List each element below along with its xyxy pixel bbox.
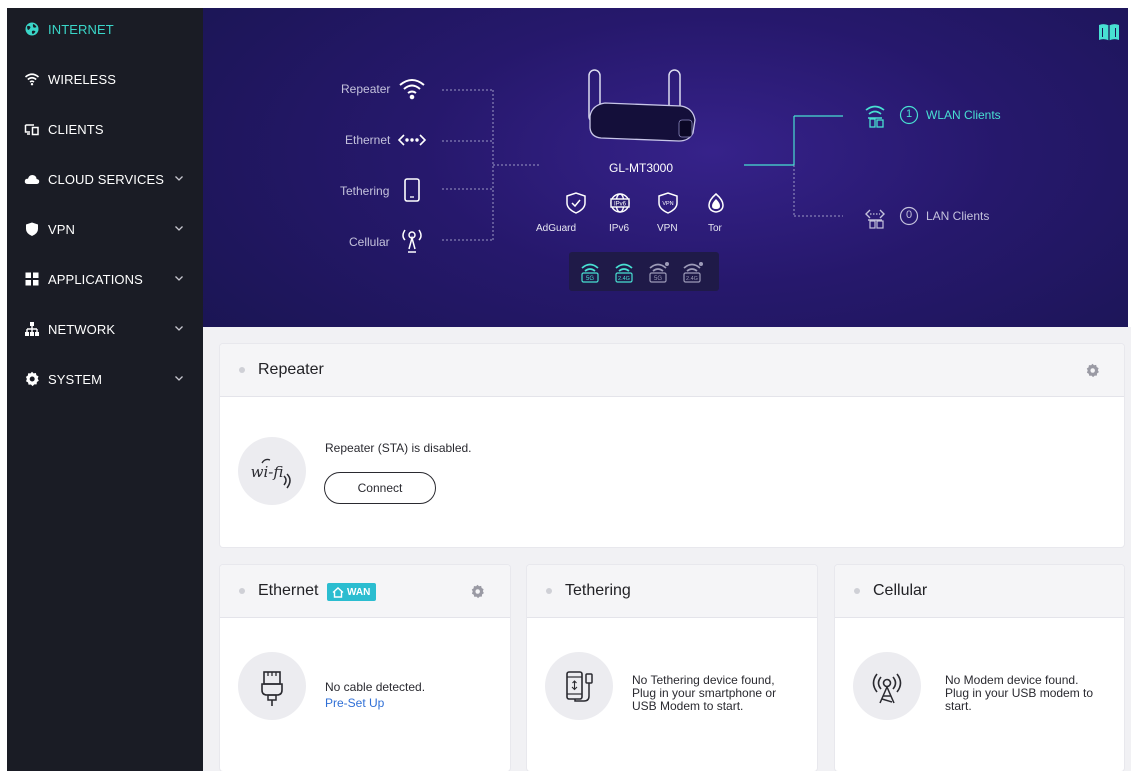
- router-name: GL-MT3000: [609, 161, 674, 175]
- card-title: Tethering: [565, 582, 631, 599]
- gear-icon: [25, 371, 39, 387]
- chevron-down-icon: [175, 226, 183, 231]
- svg-text:wi-fi: wi-fi: [251, 463, 284, 481]
- feature-label-vpn[interactable]: VPN: [657, 223, 678, 234]
- wifi-icon: [24, 73, 40, 86]
- ethernet-arrows-icon: [397, 134, 427, 146]
- cellular-card: Cellular No Modem device found. Plug in …: [835, 565, 1124, 771]
- sidebar-item-label: INTERNET: [48, 22, 114, 37]
- chevron-down-icon: [175, 376, 183, 381]
- sidebar-item-system[interactable]: SYSTEM: [7, 358, 203, 400]
- gear-icon[interactable]: [1085, 363, 1100, 378]
- cellular-tower-icon: [853, 652, 921, 720]
- sidebar-item-label: VPN: [48, 222, 76, 237]
- pre-set-up-link[interactable]: Pre-Set Up: [325, 696, 384, 710]
- sidebar-item-vpn[interactable]: VPN: [7, 208, 203, 250]
- source-label-ethernet[interactable]: Ethernet: [345, 133, 390, 147]
- card-title: Repeater: [258, 361, 324, 378]
- sidebar: INTERNET WIRELESS CLIENTS CLOUD SERVICES…: [7, 8, 203, 771]
- card-title: Cellular: [873, 582, 928, 599]
- source-label-repeater[interactable]: Repeater: [341, 82, 390, 96]
- source-label-cellular[interactable]: Cellular: [349, 235, 390, 249]
- ipv6-globe-icon: IPv6: [610, 193, 630, 213]
- sidebar-item-clients[interactable]: CLIENTS: [7, 108, 203, 150]
- status-dot: [854, 588, 860, 594]
- lan-client-icon: [865, 209, 885, 229]
- cellular-tower-icon: [402, 229, 422, 253]
- svg-text:VPN: VPN: [662, 201, 673, 207]
- sidebar-item-wireless[interactable]: WIRELESS: [7, 58, 203, 100]
- status-dot: [239, 588, 245, 594]
- sidebar-item-network[interactable]: NETWORK: [7, 308, 203, 350]
- status-dot: [239, 367, 245, 373]
- wan-badge-label: WAN: [347, 586, 371, 598]
- card-header: Cellular: [835, 565, 1124, 618]
- connect-button[interactable]: Connect: [324, 472, 436, 504]
- chevron-down-icon: [175, 276, 183, 281]
- sidebar-item-label: APPLICATIONS: [48, 272, 143, 287]
- wan-badge: WAN: [327, 583, 377, 601]
- globe-icon: [25, 22, 39, 36]
- sidebar-item-label: CLIENTS: [48, 122, 104, 137]
- network-icon: [25, 322, 39, 336]
- phone-icon: [404, 178, 420, 202]
- router-illustration: [588, 69, 696, 142]
- feature-label-tor[interactable]: Tor: [708, 223, 722, 234]
- wlan-client-icon: [865, 105, 885, 128]
- home-icon: [332, 586, 344, 598]
- chevron-down-icon: [175, 176, 183, 181]
- usb-phone-icon: [545, 652, 613, 720]
- wifi-icon: [399, 79, 425, 100]
- wifi-logo-icon: wi-fi: [238, 437, 306, 505]
- message-line: USB Modem to start.: [632, 699, 744, 713]
- ethernet-status-text: No cable detected.: [325, 680, 426, 694]
- topology-banner: IPv6 VPN 5G 2.4G 5G 2.4G Repeater Ethern…: [203, 8, 1128, 327]
- sidebar-item-label: WIRELESS: [48, 72, 116, 87]
- book-icon[interactable]: [1099, 24, 1119, 41]
- content-area: Repeater wi-fi Repeater (STA) is disable…: [203, 327, 1131, 771]
- shield-icon: [26, 222, 38, 236]
- vpn-shield-icon: VPN: [658, 192, 678, 214]
- gear-icon[interactable]: [470, 584, 485, 599]
- sidebar-item-cloud-services[interactable]: CLOUD SERVICES: [7, 158, 203, 200]
- wlan-client-count: 1: [905, 108, 913, 120]
- card-header: Repeater: [220, 344, 1124, 397]
- source-label-tethering[interactable]: Tethering: [340, 184, 389, 198]
- svg-text:2.4G: 2.4G: [618, 276, 630, 282]
- lan-clients-link[interactable]: LAN Clients: [926, 209, 989, 223]
- repeater-card: Repeater wi-fi Repeater (STA) is disable…: [220, 344, 1124, 547]
- grid-icon: [25, 272, 39, 286]
- sidebar-item-internet[interactable]: INTERNET: [7, 8, 203, 50]
- devices-icon: [24, 124, 39, 136]
- svg-text:5G: 5G: [586, 276, 594, 282]
- svg-text:2.4G: 2.4G: [686, 276, 698, 282]
- tethering-status-text: No Tethering device found, Plug in your …: [632, 674, 776, 713]
- tor-onion-icon: [708, 193, 724, 213]
- chevron-down-icon: [175, 326, 183, 331]
- svg-text:IPv6: IPv6: [614, 202, 627, 208]
- cloud-icon: [24, 175, 40, 184]
- cellular-status-text: No Modem device found. Plug in your USB …: [945, 674, 1093, 713]
- sidebar-item-label: CLOUD SERVICES: [48, 172, 165, 187]
- status-dot: [546, 588, 552, 594]
- wlan-clients-link[interactable]: WLAN Clients: [926, 108, 1001, 122]
- feature-label-ipv6[interactable]: IPv6: [609, 223, 629, 234]
- svg-text:5G: 5G: [654, 276, 662, 282]
- adguard-shield-icon: [566, 192, 586, 214]
- ethernet-plug-icon: [238, 652, 306, 720]
- card-title: Ethernet: [258, 582, 319, 599]
- message-line: start.: [945, 699, 972, 713]
- sidebar-item-label: NETWORK: [48, 322, 116, 337]
- lan-client-count: 0: [905, 209, 913, 221]
- repeater-status-text: Repeater (STA) is disabled.: [325, 441, 472, 455]
- feature-label-adguard[interactable]: AdGuard: [536, 223, 576, 234]
- card-header: Ethernet WAN: [220, 565, 510, 618]
- sidebar-item-label: SYSTEM: [48, 372, 103, 387]
- card-header: Tethering: [527, 565, 817, 618]
- tethering-card: Tethering No Tethering device found, Plu…: [527, 565, 817, 771]
- ethernet-card: Ethernet WAN No cable detected. Pre-Set …: [220, 565, 510, 771]
- sidebar-item-applications[interactable]: APPLICATIONS: [7, 258, 203, 300]
